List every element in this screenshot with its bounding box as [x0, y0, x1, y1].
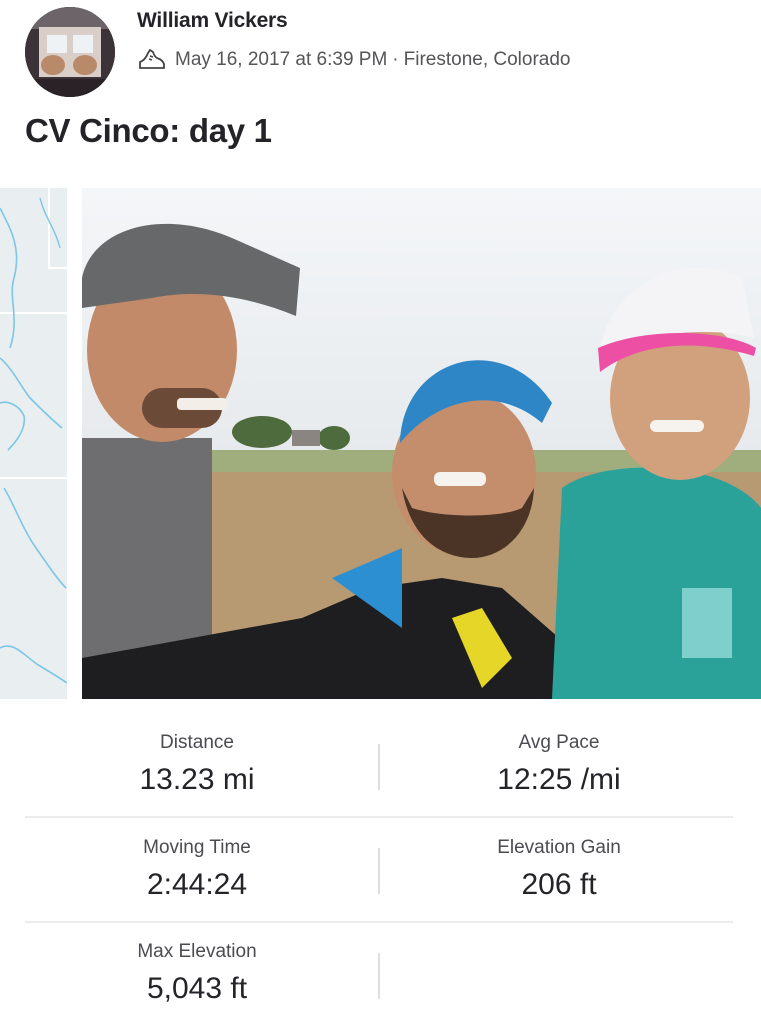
shoe-icon	[139, 49, 165, 69]
stat-value: 2:44:24	[146, 868, 248, 901]
route-map[interactable]	[0, 188, 67, 699]
activity-meta: May 16, 2017 at 6:39 PM · Firestone, Col…	[137, 46, 571, 74]
activity-title: CV Cinco: day 1	[25, 112, 272, 149]
meta-separator: ·	[392, 49, 399, 70]
stat-label: Moving Time	[143, 837, 251, 858]
stat-avg-pace: Avg Pace 12:25 /mi	[389, 732, 729, 797]
athlete-name[interactable]: William Vickers	[137, 9, 288, 33]
stat-label: Max Elevation	[137, 941, 257, 962]
athlete-avatar[interactable]	[25, 7, 115, 97]
stat-value: 5,043 ft	[146, 972, 248, 1005]
stat-divider	[378, 848, 380, 894]
stat-divider	[378, 953, 380, 999]
stat-max-elevation: Max Elevation 5,043 ft	[27, 941, 367, 1006]
row-divider	[25, 816, 733, 818]
stat-value: 12:25 /mi	[497, 763, 621, 796]
activity-location: Firestone, Colorado	[403, 49, 571, 70]
activity-photo[interactable]	[82, 188, 761, 699]
activity-date: May 16, 2017 at 6:39 PM	[175, 49, 388, 70]
stat-label: Avg Pace	[518, 732, 600, 753]
stat-label: Distance	[160, 732, 234, 753]
stat-value: 206 ft	[521, 868, 597, 901]
row-divider	[25, 921, 733, 923]
stat-label: Elevation Gain	[497, 837, 621, 858]
stat-distance: Distance 13.23 mi	[27, 732, 367, 797]
stat-moving-time: Moving Time 2:44:24	[27, 837, 367, 902]
stat-value: 13.23 mi	[139, 763, 255, 796]
stat-divider	[378, 744, 380, 790]
stat-elevation-gain: Elevation Gain 206 ft	[389, 837, 729, 902]
